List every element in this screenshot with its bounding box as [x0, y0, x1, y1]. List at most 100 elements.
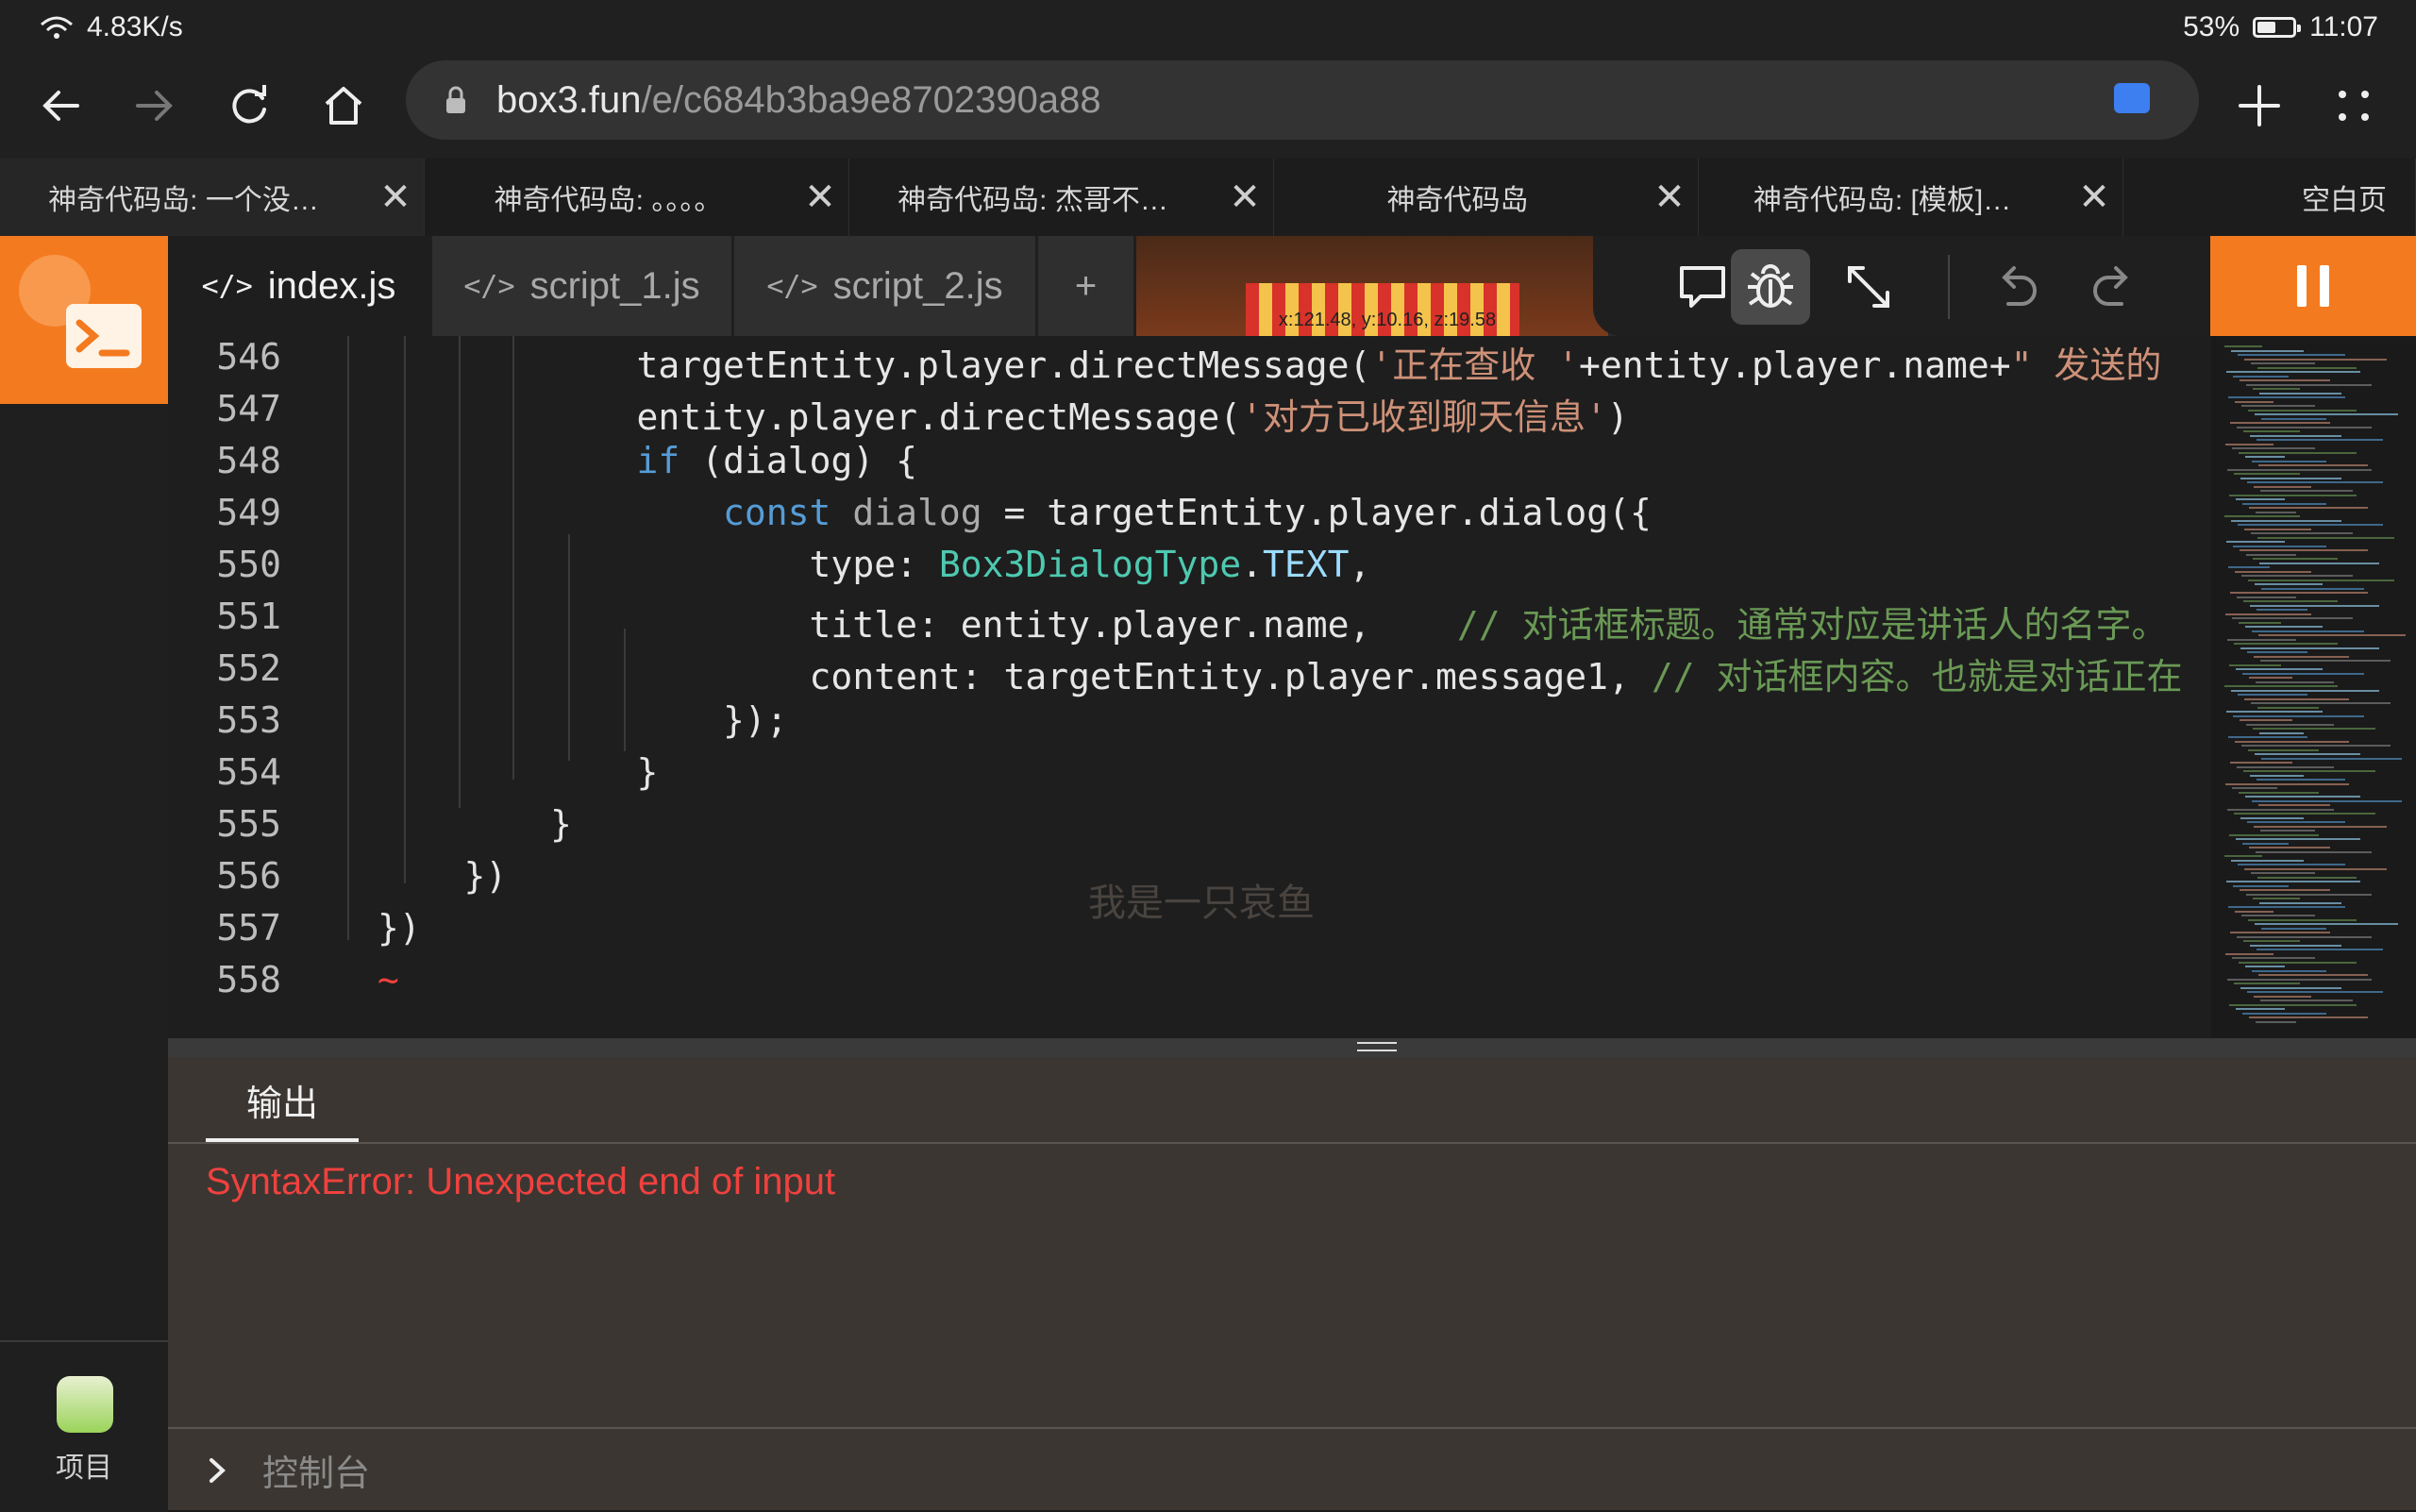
- extension-icon[interactable]: [2114, 83, 2150, 113]
- minimap-line: [2258, 974, 2368, 976]
- browser-tab-3[interactable]: 神奇代码岛: 杰哥不… ✕: [849, 159, 1274, 236]
- minimap-line: [2250, 434, 2341, 437]
- close-icon[interactable]: ✕: [1641, 176, 1698, 219]
- minimap-line: [2237, 426, 2372, 428]
- address-bar[interactable]: box3.fun/e/c684b3ba9e8702390a88: [406, 60, 2199, 140]
- minimap-line: [2252, 460, 2326, 462]
- minimap-line: [2252, 630, 2364, 632]
- close-icon[interactable]: ✕: [792, 176, 848, 219]
- pause-button[interactable]: [2210, 236, 2416, 336]
- tab-title: 神奇代码岛: 。。。。: [494, 185, 723, 216]
- project-button[interactable]: 项目: [0, 1340, 168, 1512]
- add-file-button[interactable]: +: [1038, 236, 1136, 336]
- file-tab-script-1[interactable]: </> script_1.js: [432, 236, 734, 336]
- minimap-line: [2231, 859, 2304, 862]
- line-number: 557: [216, 906, 281, 949]
- minimap-line: [2224, 345, 2262, 347]
- minimap-line: [2241, 405, 2315, 407]
- back-button[interactable]: [30, 76, 91, 136]
- minimap-line: [2235, 740, 2349, 743]
- indent-guide: [347, 336, 349, 940]
- script-panel-button[interactable]: [0, 236, 168, 404]
- minimap-line: [2224, 855, 2262, 857]
- reload-button[interactable]: [219, 76, 279, 136]
- minimap-line: [2227, 978, 2372, 981]
- minimap-line: [2249, 677, 2292, 679]
- minimap-line: [2226, 541, 2285, 543]
- close-icon[interactable]: ✕: [1216, 176, 1273, 219]
- minimap-line: [2232, 447, 2315, 449]
- minimap-line: [2227, 638, 2296, 641]
- file-tab-index[interactable]: </> index.js: [168, 236, 432, 336]
- minimap[interactable]: [2211, 336, 2416, 1038]
- minimap-line: [2260, 490, 2353, 492]
- minimap-line: [2260, 660, 2391, 662]
- output-tab[interactable]: 输出: [206, 1057, 359, 1142]
- minimap-line: [2229, 833, 2319, 836]
- chat-bubble-icon: [1680, 266, 1725, 308]
- minimap-line: [2254, 485, 2311, 488]
- minimap-line: [2239, 961, 2357, 964]
- line-number: 547: [216, 387, 281, 429]
- drag-grip-icon: [1357, 1042, 1397, 1051]
- line-number: 553: [216, 698, 281, 741]
- panel-resize-handle[interactable]: [168, 1038, 2416, 1057]
- minimap-line: [2257, 949, 2383, 950]
- minimap-line: [2256, 850, 2372, 853]
- plus-icon: [2239, 85, 2280, 126]
- minimap-line: [2257, 706, 2319, 709]
- close-icon[interactable]: ✕: [2066, 176, 2122, 219]
- browser-tab-5[interactable]: 神奇代码岛: [模板]… ✕: [1699, 159, 2123, 236]
- console-toggle[interactable]: 控制台: [206, 1444, 370, 1496]
- minimap-line: [2232, 617, 2353, 619]
- minimap-line: [2242, 842, 2289, 845]
- file-tab-script-2[interactable]: </> script_2.js: [734, 236, 1038, 336]
- minimap-line: [2228, 906, 2345, 908]
- minimap-line: [2243, 770, 2375, 772]
- new-tab-button[interactable]: [2229, 76, 2290, 136]
- minimap-line: [2236, 668, 2323, 670]
- menu-button[interactable]: [2324, 76, 2384, 136]
- minimap-line: [2237, 596, 2296, 598]
- browser-tab-2[interactable]: 神奇代码岛: 。。。。 ✕: [425, 159, 849, 236]
- forward-button[interactable]: [125, 76, 185, 136]
- browser-tab-4[interactable]: 神奇代码岛 ✕: [1274, 159, 1699, 236]
- minimap-line: [2261, 927, 2326, 930]
- line-number: 556: [216, 854, 281, 897]
- browser-tab-6[interactable]: 空白页: [2123, 159, 2416, 236]
- minimap-line: [2238, 864, 2345, 865]
- home-button[interactable]: [313, 76, 374, 136]
- minimap-line: [2251, 532, 2353, 534]
- minimap-line: [2227, 468, 2372, 471]
- minimap-line: [2243, 940, 2300, 942]
- project-label: 项目: [56, 1453, 112, 1484]
- minimap-line: [2255, 753, 2360, 755]
- minimap-line: [2260, 830, 2315, 832]
- debug-button[interactable]: [1731, 249, 1810, 325]
- battery-fill: [2257, 22, 2276, 33]
- line-number: 551: [216, 595, 281, 637]
- minimap-line: [2241, 915, 2315, 916]
- close-icon[interactable]: ✕: [367, 176, 424, 219]
- code-line-556: }): [378, 854, 508, 897]
- code-line-548: if (dialog) {: [636, 439, 917, 481]
- file-tab-label: script_1.js: [529, 264, 700, 307]
- minimap-line: [2261, 757, 2402, 760]
- minimap-line: [2226, 371, 2360, 373]
- line-number: 546: [216, 336, 281, 378]
- redo-button[interactable]: [2074, 249, 2154, 325]
- browser-tab-1[interactable]: 神奇代码岛: 一个没… ✕: [0, 159, 425, 236]
- minimap-line: [2253, 898, 2300, 899]
- minimap-line: [2234, 473, 2300, 475]
- code-editor[interactable]: 546 547 548 549 550 551 552 553 554 555 556 557 558 …: [168, 336, 2211, 1038]
- minimap-line: [2242, 502, 2326, 505]
- minimap-line: [2256, 1020, 2296, 1023]
- minimap-line: [2234, 643, 2338, 645]
- minimap-line: [2251, 702, 2391, 704]
- fullscreen-button[interactable]: [1829, 249, 1908, 325]
- code-line-547: entity.player.directMessage('对方已收到聊天信息'): [378, 395, 1629, 438]
- scene-watermark: 我是一只哀鱼: [1088, 882, 1315, 924]
- undo-button[interactable]: [1976, 249, 2055, 325]
- minimap-line: [2247, 481, 2383, 483]
- code-icon: </>: [463, 269, 515, 303]
